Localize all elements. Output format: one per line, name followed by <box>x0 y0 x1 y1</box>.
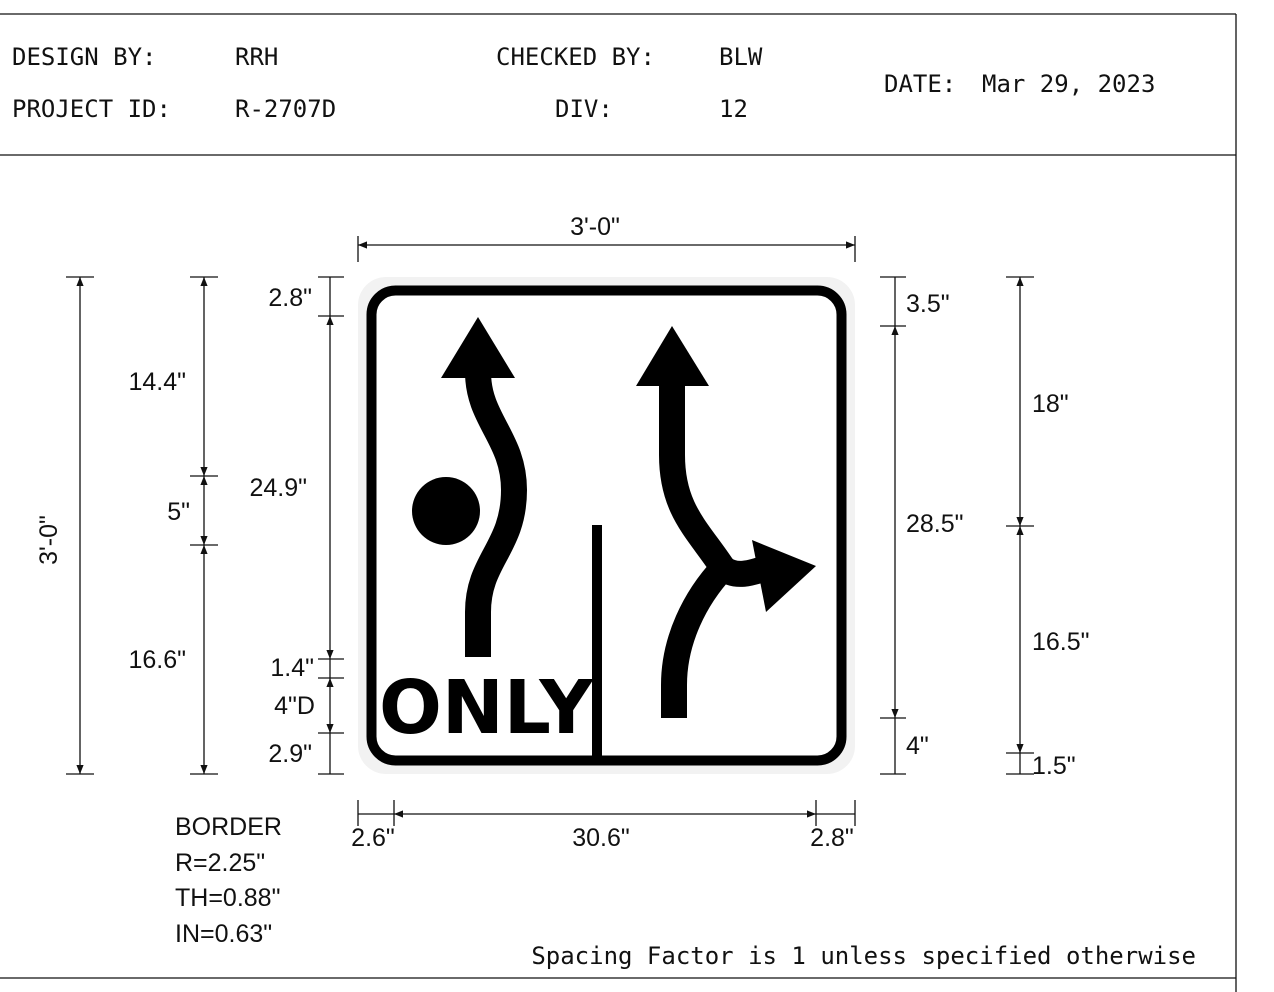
sign-legend-only: ONLY <box>379 665 594 751</box>
div-label: DIV: <box>555 95 613 123</box>
sign-panel: ONLY <box>358 277 855 774</box>
project-id-value: R-2707D <box>235 95 336 123</box>
dim-bottom-30-6-label: 30.6" <box>572 824 630 852</box>
dim-right-18-label: 18" <box>1032 390 1069 418</box>
spacing-factor-note: Spacing Factor is 1 unless specified oth… <box>531 942 1196 970</box>
design-by-value: RRH <box>235 43 278 71</box>
dim-right-16-5-label: 16.5" <box>1032 628 1090 656</box>
dim-left-2-9-label: 2.9" <box>268 740 312 768</box>
sign-detail-sheet: DESIGN BY: RRH CHECKED BY: BLW DATE: Mar… <box>0 13 1237 992</box>
border-note-inset: IN=0.63" <box>175 920 272 948</box>
border-note-radius: R=2.25" <box>175 849 265 877</box>
dim-right-4-label: 4" <box>906 732 929 760</box>
dim-left-5-label: 5" <box>167 498 190 526</box>
dim-left-14-4-label: 14.4" <box>128 368 186 396</box>
dim-top-width-label: 3'-0" <box>570 213 620 241</box>
dim-left-1-4-label: 1.4" <box>270 654 314 682</box>
date-label: DATE: <box>884 70 956 98</box>
checked-by-label: CHECKED BY: <box>496 43 655 71</box>
dim-bottom-2-6-label: 2.6" <box>351 824 395 852</box>
project-id-label: PROJECT ID: <box>12 95 171 123</box>
dim-left-2-8-label: 2.8" <box>268 284 312 312</box>
border-note-title: BORDER <box>175 813 282 841</box>
dim-right-28-5-label: 28.5" <box>906 510 964 538</box>
lane-dot-symbol <box>412 477 480 545</box>
dim-left-overall-label: 3'-0" <box>35 515 63 565</box>
dim-bottom-2-8-label: 2.8" <box>810 824 854 852</box>
dim-right-3-5-label: 3.5" <box>906 290 950 318</box>
div-value: 12 <box>719 95 748 123</box>
date-value: Mar 29, 2023 <box>982 70 1155 98</box>
border-note-thickness: TH=0.88" <box>175 884 280 912</box>
checked-by-value: BLW <box>719 43 763 71</box>
border-note: BORDER R=2.25" TH=0.88" IN=0.63" <box>175 813 282 948</box>
dim-left-4d-label: 4"D <box>274 692 315 720</box>
design-by-label: DESIGN BY: <box>12 43 157 71</box>
dim-right-1-5-label: 1.5" <box>1032 752 1076 780</box>
dim-left-24-9-label: 24.9" <box>249 474 307 502</box>
dim-left-16-6-label: 16.6" <box>128 646 186 674</box>
